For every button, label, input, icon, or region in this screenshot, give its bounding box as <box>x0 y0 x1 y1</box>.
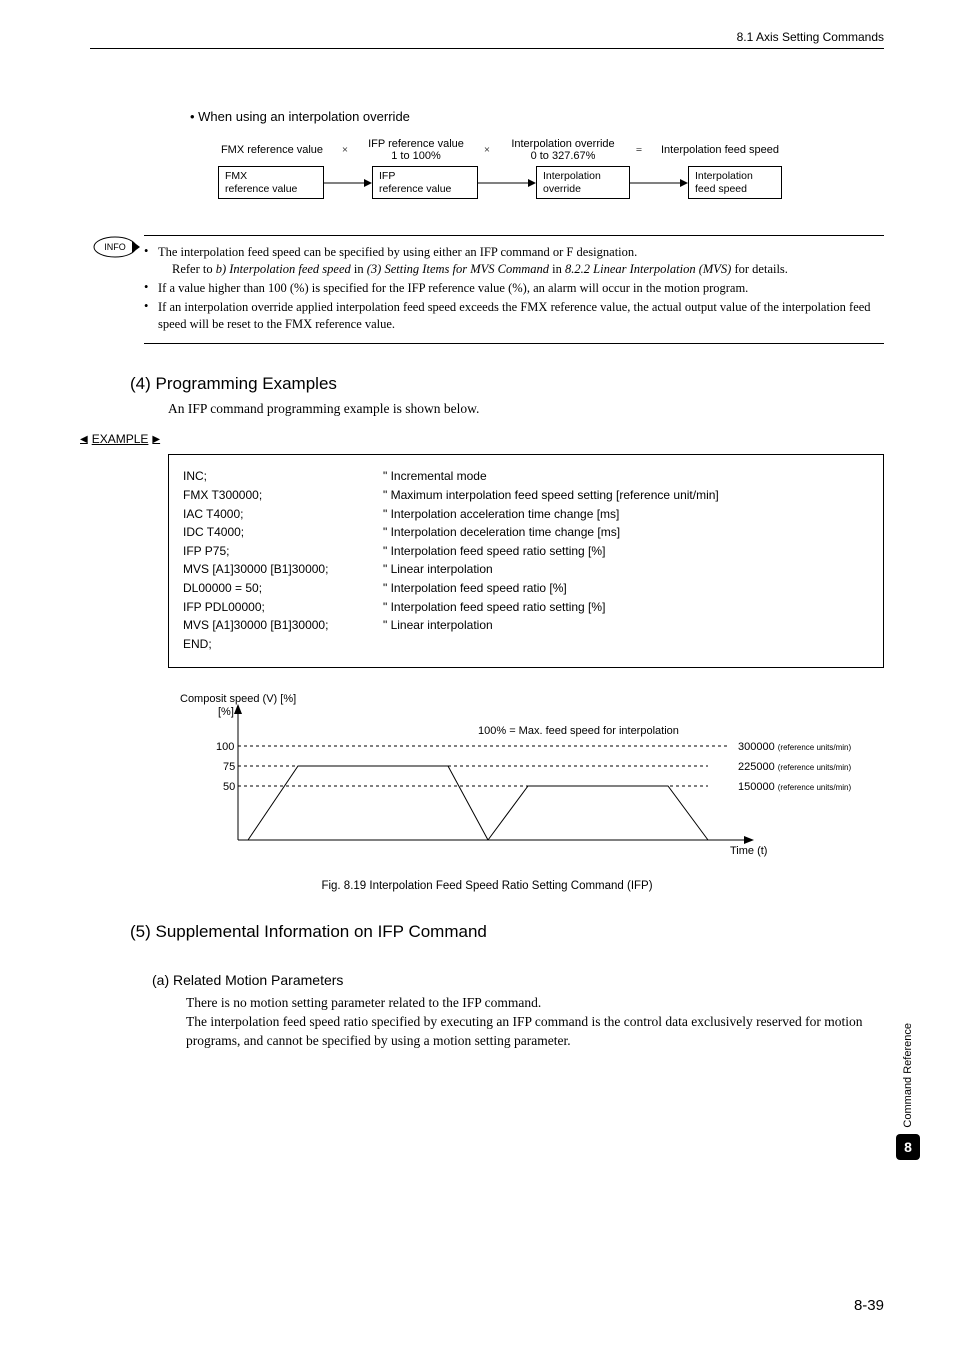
flow-box-override: Interpolationoverride <box>536 166 630 199</box>
figure-caption: Fig. 8.19 Interpolation Feed Speed Ratio… <box>90 880 884 892</box>
flow-label-fmx: FMX reference value <box>210 144 334 156</box>
heading-related-params: (a) Related Motion Parameters <box>152 972 884 988</box>
svg-text:100: 100 <box>216 741 234 753</box>
triangle-left-icon: ◀ <box>80 434 88 445</box>
info-text-1: The interpolation feed speed can be spec… <box>158 245 637 259</box>
flow-arrow-3 <box>630 176 688 190</box>
heading-supplemental: (5) Supplemental Information on IFP Comm… <box>130 922 884 942</box>
body-2a: There is no motion setting parameter rel… <box>186 994 884 1013</box>
svg-text:75: 75 <box>223 761 235 773</box>
header-section: 8.1 Axis Setting Commands <box>90 30 884 44</box>
svg-text:150000 (reference units/min): 150000 (reference units/min) <box>738 781 851 793</box>
info-bullet-icon: • <box>144 244 158 278</box>
flow-label-ifp-sub: 1 to 100% <box>356 150 476 162</box>
svg-text:300000 (reference units/min): 300000 (reference units/min) <box>738 741 851 753</box>
svg-text:Time (t): Time (t) <box>730 845 767 857</box>
triangle-right-icon: ▶ <box>152 434 160 445</box>
body-intro: An IFP command programming example is sh… <box>168 400 884 419</box>
info-icon: INFO <box>90 235 140 343</box>
svg-text:INFO: INFO <box>104 242 126 252</box>
info-bullet-icon: • <box>144 280 158 297</box>
svg-text:100% = Max. feed speed for int: 100% = Max. feed speed for interpolation <box>478 725 679 737</box>
code-example: INC;" Incremental mode FMX T300000;" Max… <box>168 454 884 668</box>
info-refer: Refer to b) Interpolation feed speed in … <box>172 261 884 278</box>
bullet-override: • When using an interpolation override <box>190 109 884 124</box>
flow-label-override-sub: 0 to 327.67% <box>498 150 628 162</box>
info-block: INFO • The interpolation feed speed can … <box>90 235 884 343</box>
svg-text:Composit speed (V) [%]: Composit speed (V) [%] <box>180 693 296 705</box>
side-label: Command Reference <box>902 1023 914 1128</box>
speed-chart: Composit speed (V) [%] [%] 100 75 50 100… <box>168 690 884 864</box>
flow-box-fmx: FMXreference value <box>218 166 324 199</box>
flow-label-override: Interpolation override <box>498 138 628 150</box>
flow-box-feedspeed: Interpolationfeed speed <box>688 166 782 199</box>
example-flag: ◀ EXAMPLE ▶ <box>80 432 884 446</box>
svg-text:50: 50 <box>223 781 235 793</box>
flow-diagram: FMX reference value × IFP reference valu… <box>210 138 884 199</box>
svg-text:225000 (reference units/min): 225000 (reference units/min) <box>738 761 851 773</box>
svg-text:[%]: [%] <box>218 706 234 718</box>
page-number: 8-39 <box>854 1297 884 1314</box>
flow-op-eq: = <box>632 144 646 156</box>
flow-op-times1: × <box>338 144 352 156</box>
body-2b: The interpolation feed speed ratio speci… <box>186 1013 884 1051</box>
side-tab: Command Reference 8 <box>896 1023 920 1160</box>
info-text-2: If a value higher than 100 (%) is specif… <box>158 280 884 297</box>
side-chapter-chip: 8 <box>896 1134 920 1160</box>
flow-arrow-1 <box>324 176 372 190</box>
info-bullet-icon: • <box>144 299 158 333</box>
header-rule <box>90 48 884 49</box>
flow-label-ifp: IFP reference value <box>356 138 476 150</box>
info-text-3: If an interpolation override applied int… <box>158 299 884 333</box>
flow-label-result: Interpolation feed speed <box>650 144 790 156</box>
heading-programming-examples: (4) Programming Examples <box>130 374 884 394</box>
flow-op-times2: × <box>480 144 494 156</box>
flow-arrow-2 <box>478 176 536 190</box>
flow-box-ifp: IFPreference value <box>372 166 478 199</box>
